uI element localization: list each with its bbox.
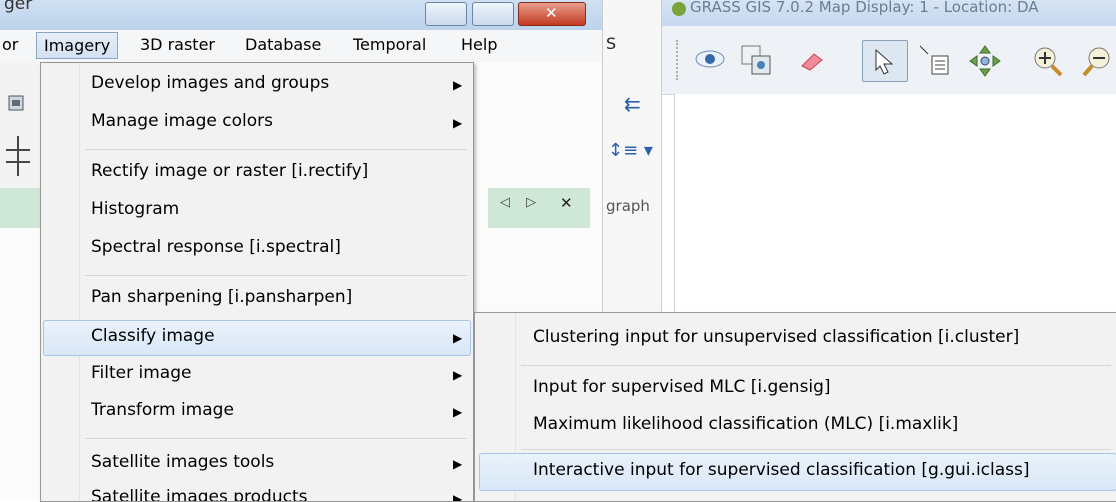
query-icon[interactable]: [918, 44, 954, 78]
pan-icon[interactable]: [968, 44, 1002, 78]
menu-separator: [85, 149, 467, 150]
submenu-arrow-icon: ▶: [453, 405, 463, 419]
tab-close-icon[interactable]: ✕: [560, 194, 573, 212]
menu-item-histogram[interactable]: Histogram: [91, 199, 179, 219]
submenu-arrow-icon: ▶: [453, 116, 463, 130]
menu-item-classify-image[interactable]: Classify image: [91, 326, 215, 346]
zoom-in-icon[interactable]: [1030, 44, 1064, 78]
submenu-item-iclass[interactable]: Interactive input for supervised classif…: [533, 460, 1030, 480]
menu-item-manage-colors[interactable]: Manage image colors: [91, 111, 273, 131]
menu-item-pan-sharpening[interactable]: Pan sharpening [i.pansharpen]: [91, 287, 352, 307]
grid-icon[interactable]: [6, 136, 30, 176]
menu-item-spectral-response[interactable]: Spectral response [i.spectral]: [91, 237, 341, 257]
tab-strip: [0, 188, 40, 228]
menu-separator: [85, 275, 467, 276]
tab-scroll-arrows[interactable]: ◁ ▷: [500, 195, 542, 210]
close-button[interactable]: ✕: [518, 2, 586, 26]
zoom-out-icon[interactable]: [1082, 44, 1116, 78]
menu-item-develop-images[interactable]: Develop images and groups: [91, 73, 329, 93]
menubar: or Imagery 3D raster Database Temporal H…: [0, 30, 602, 63]
submenu-item-cluster[interactable]: Clustering input for unsupervised classi…: [533, 327, 1019, 347]
close-icon: ✕: [545, 4, 558, 22]
toolbar-grip[interactable]: [676, 40, 684, 80]
menu-item-satellite-tools[interactable]: Satellite images tools: [91, 452, 274, 472]
indent-icon[interactable]: ⇇: [624, 92, 641, 116]
layer-icon[interactable]: [8, 94, 24, 112]
imagery-menu: Develop images and groups ▶ Manage image…: [40, 62, 474, 502]
maximize-button[interactable]: [472, 2, 514, 26]
menu-separator: [521, 365, 1111, 366]
menu-item-transform-image[interactable]: Transform image: [91, 400, 234, 420]
menubar-item-help[interactable]: Help: [461, 35, 497, 54]
menubar-item-imagery[interactable]: Imagery: [36, 32, 119, 59]
submenu-item-gensig[interactable]: Input for supervised MLC [i.gensig]: [533, 377, 831, 397]
middle-panel-tab[interactable]: graph: [606, 197, 650, 215]
submenu-arrow-icon: ▶: [453, 492, 463, 502]
classify-submenu: Clustering input for unsupervised classi…: [474, 312, 1116, 502]
sort-icon[interactable]: ↕≡ ▾: [608, 140, 653, 161]
grass-logo-icon: [672, 2, 686, 16]
menubar-item-database[interactable]: Database: [245, 35, 321, 54]
menubar-item-3d-raster[interactable]: 3D raster: [140, 35, 215, 54]
submenu-arrow-icon: ▶: [453, 331, 463, 345]
middle-panel-heading: S: [606, 34, 617, 53]
display-map-icon[interactable]: [694, 46, 726, 72]
pointer-icon[interactable]: [870, 46, 900, 76]
overlay-icon[interactable]: [740, 44, 774, 76]
submenu-item-maxlik[interactable]: Maximum likelihood classification (MLC) …: [533, 414, 958, 434]
map-display-title: GRASS GIS 7.0.2 Map Display: 1 - Locatio…: [690, 0, 1039, 16]
submenu-arrow-icon: ▶: [453, 78, 463, 92]
menu-separator: [85, 438, 467, 439]
menu-icon-gutter: [79, 63, 80, 501]
menubar-item-partial[interactable]: or: [2, 35, 18, 54]
manager-title: ger: [4, 0, 33, 14]
menu-item-filter-image[interactable]: Filter image: [91, 363, 191, 383]
submenu-arrow-icon: ▶: [453, 457, 463, 471]
menubar-item-temporal[interactable]: Temporal: [353, 35, 426, 54]
menu-item-rectify[interactable]: Rectify image or raster [i.rectify]: [91, 161, 368, 181]
erase-icon[interactable]: [798, 48, 828, 72]
manager-toolbar: [0, 62, 41, 188]
minimize-button[interactable]: [425, 2, 467, 26]
submenu-arrow-icon: ▶: [453, 368, 463, 382]
menu-separator: [521, 449, 1111, 450]
